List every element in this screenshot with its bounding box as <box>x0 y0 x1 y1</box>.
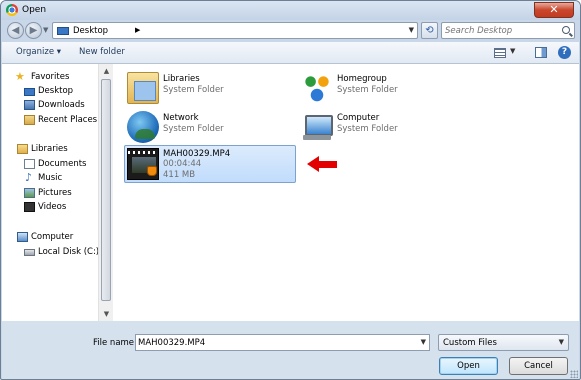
file-name: Computer <box>337 113 380 123</box>
pictures-icon <box>24 188 35 198</box>
libraries-icon <box>127 72 159 104</box>
sidebar-item-label: Computer <box>31 232 74 242</box>
desktop-location-icon <box>57 27 69 35</box>
change-view-icon[interactable] <box>494 48 506 58</box>
new-folder-button[interactable]: New folder <box>79 47 125 57</box>
sidebar-item-label: Downloads <box>38 100 85 110</box>
sidebar-item-label: Favorites <box>31 72 70 82</box>
file-name-input[interactable] <box>138 336 413 349</box>
sidebar-item-label: Libraries <box>31 144 68 154</box>
sidebar-item-label: Local Disk (C:) <box>38 247 100 257</box>
open-dialog: Open ✕ ◀ ▶ ▼ Desktop ▶ ▼ ⟲ Organize ▾ Ne… <box>0 0 581 380</box>
search-box[interactable] <box>441 22 575 39</box>
refresh-button[interactable]: ⟲ <box>421 22 438 39</box>
resize-grip-icon[interactable] <box>570 370 578 378</box>
homegroup-icon <box>301 72 333 104</box>
address-row: ◀ ▶ ▼ Desktop ▶ ▼ ⟲ <box>1 20 580 42</box>
local-disk-icon <box>24 249 35 256</box>
computer-icon <box>301 111 333 143</box>
search-input[interactable] <box>445 24 555 37</box>
downloads-icon <box>24 100 35 110</box>
network-icon <box>127 111 159 143</box>
file-size: 411 MB <box>163 170 196 180</box>
address-bar[interactable]: Desktop ▶ ▼ <box>52 22 418 39</box>
desktop-icon <box>24 88 35 96</box>
title-bar: Open ✕ <box>1 1 580 20</box>
navigation-pane: ★ Favorites Desktop Downloads Recent Pla… <box>2 64 100 321</box>
sidebar-item-label: Videos <box>38 202 67 212</box>
file-item-computer[interactable]: Computer System Folder <box>299 109 471 145</box>
documents-icon <box>24 159 35 169</box>
music-icon: ♪ <box>25 171 33 184</box>
file-item-homegroup[interactable]: Homegroup System Folder <box>299 70 471 106</box>
file-item-video[interactable]: MAH00329.MP4 00:04:44 411 MB <box>124 145 296 183</box>
breadcrumb-desktop[interactable]: Desktop <box>73 26 108 36</box>
sidebar-item-label: Desktop <box>38 86 74 96</box>
preview-pane-icon[interactable] <box>535 47 547 58</box>
scrollbar-thumb[interactable] <box>101 79 111 301</box>
file-type: System Folder <box>337 124 398 134</box>
help-icon[interactable]: ? <box>558 46 571 59</box>
breadcrumb-arrow-icon[interactable]: ▶ <box>135 26 140 34</box>
file-name: Homegroup <box>337 74 387 84</box>
file-name-label: File name: <box>93 338 137 348</box>
forward-button[interactable]: ▶ <box>25 22 42 39</box>
navigation-scrollbar[interactable]: ▲ ▼ <box>98 64 113 321</box>
back-button[interactable]: ◀ <box>7 22 24 39</box>
command-toolbar: Organize ▾ New folder ▼ ? <box>2 42 579 64</box>
file-type: System Folder <box>163 85 224 95</box>
file-item-network[interactable]: Network System Folder <box>125 109 297 145</box>
sidebar-item-label: Documents <box>38 159 87 169</box>
file-list: Libraries System Folder Homegroup System… <box>113 64 579 321</box>
scroll-down-icon[interactable]: ▼ <box>99 307 114 321</box>
sidebar-item-label: Pictures <box>38 188 72 198</box>
libraries-icon <box>17 144 28 154</box>
file-name-dropdown-icon[interactable]: ▼ <box>421 338 426 346</box>
forward-arrow-icon: ▶ <box>29 25 38 36</box>
file-name-field[interactable]: ▼ <box>135 334 430 351</box>
dialog-footer: File name: ▼ Custom Files ▼ Open Cancel <box>2 321 579 379</box>
window-title: Open <box>22 5 47 15</box>
view-dropdown-icon[interactable]: ▼ <box>510 47 515 55</box>
sidebar-item-label: Recent Places <box>38 115 98 125</box>
vlc-icon <box>147 166 157 176</box>
chevron-down-icon: ▼ <box>558 338 564 346</box>
computer-icon <box>17 232 28 242</box>
address-dropdown-icon[interactable]: ▼ <box>409 26 414 34</box>
search-icon[interactable] <box>562 26 570 34</box>
file-type: System Folder <box>163 124 224 134</box>
file-item-libraries[interactable]: Libraries System Folder <box>125 70 297 106</box>
file-name: Network <box>163 113 199 123</box>
red-arrow-icon <box>307 156 337 172</box>
cancel-button[interactable]: Cancel <box>509 357 568 375</box>
recent-locations-dropdown-icon[interactable]: ▼ <box>43 26 49 34</box>
videos-icon <box>24 202 35 212</box>
chrome-icon <box>6 4 18 16</box>
file-type-select[interactable]: Custom Files ▼ <box>438 334 569 351</box>
file-duration: 00:04:44 <box>163 159 202 169</box>
file-type-value: Custom Files <box>443 338 497 348</box>
organize-button[interactable]: Organize ▾ <box>16 47 61 57</box>
sidebar-item-label: Music <box>38 173 63 183</box>
close-button[interactable]: ✕ <box>534 2 574 18</box>
recent-places-icon <box>24 115 35 125</box>
refresh-icon: ⟲ <box>425 25 434 36</box>
open-button[interactable]: Open <box>439 357 498 375</box>
file-name: Libraries <box>163 74 200 84</box>
file-name: MAH00329.MP4 <box>163 149 231 159</box>
back-arrow-icon: ◀ <box>11 25 20 36</box>
star-icon: ★ <box>15 70 25 83</box>
scroll-up-icon[interactable]: ▲ <box>99 64 114 78</box>
file-type: System Folder <box>337 85 398 95</box>
